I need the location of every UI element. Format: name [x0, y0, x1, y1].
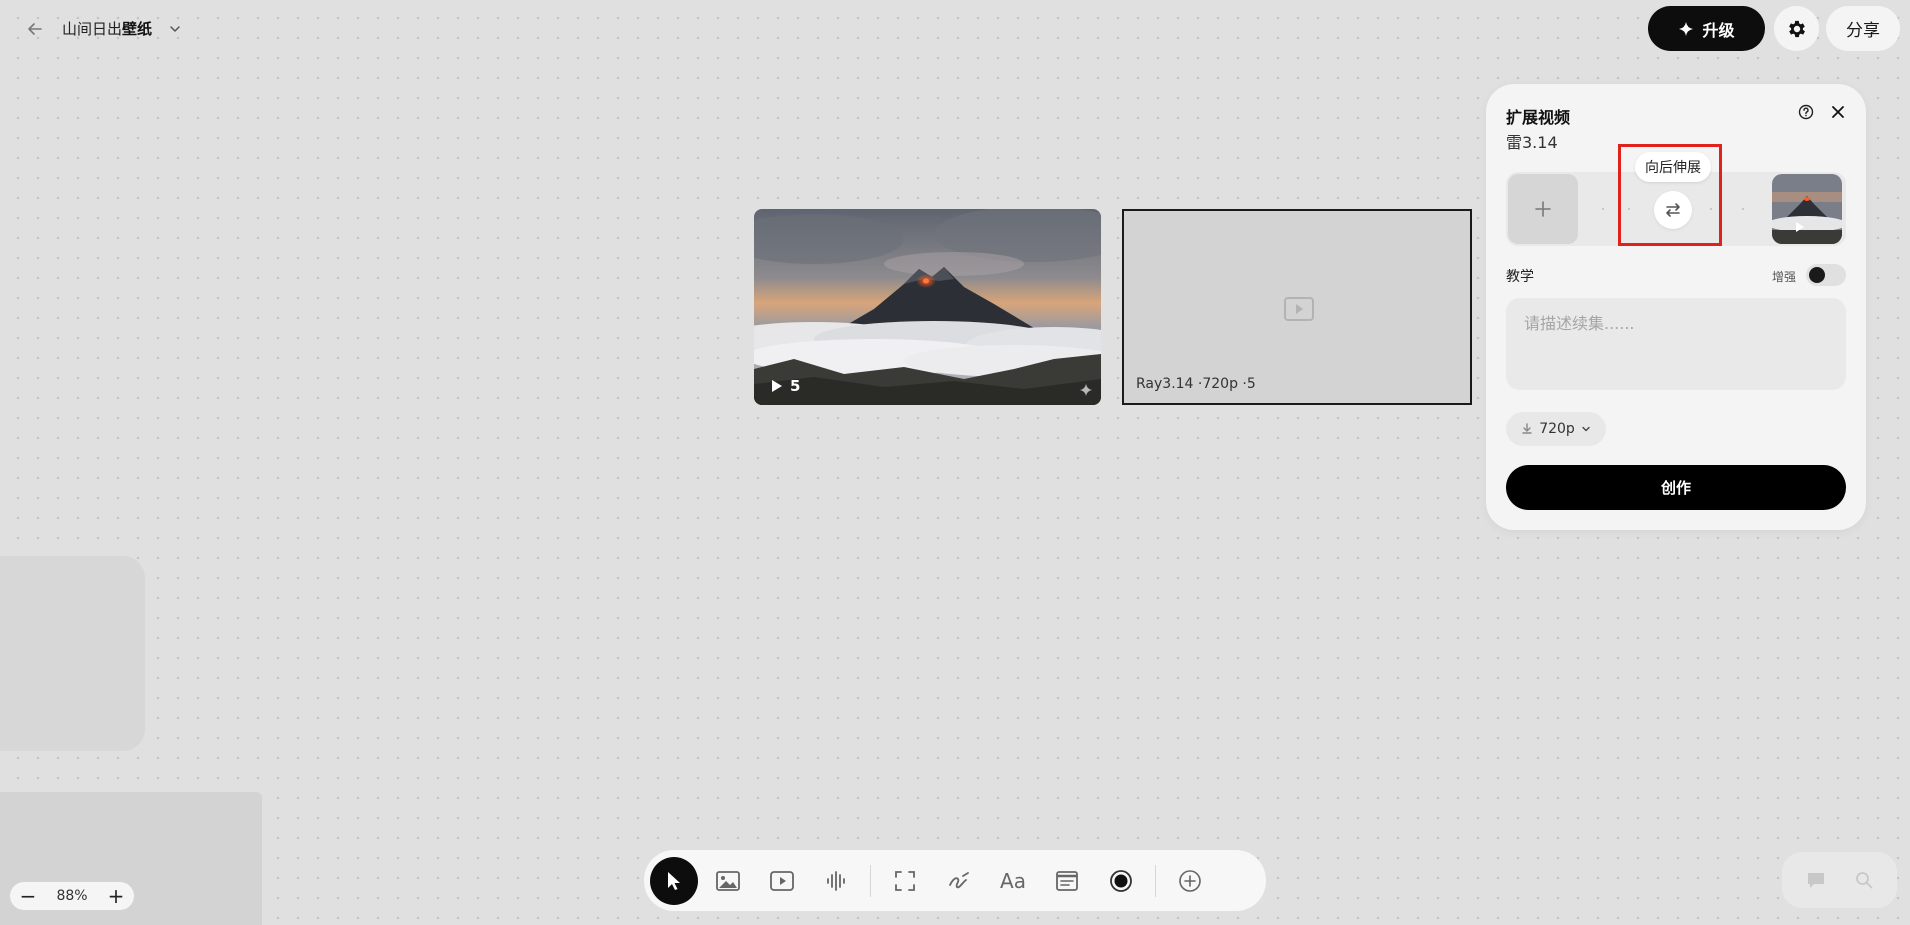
arrow-left-icon	[28, 23, 42, 35]
tool-note[interactable]	[1043, 857, 1091, 905]
zoom-level: 88%	[56, 888, 88, 904]
zoom-in-button[interactable]: +	[106, 886, 126, 906]
enhance-label: 增强	[1772, 270, 1797, 284]
close-icon[interactable]	[1829, 103, 1847, 121]
bottom-right-controls	[1782, 852, 1897, 908]
gear-icon	[1788, 20, 1805, 37]
search-icon	[1855, 872, 1873, 889]
resolution-value: 720p	[1539, 421, 1575, 437]
help-icon[interactable]	[1798, 104, 1814, 120]
tool-text[interactable]: Aa	[989, 857, 1037, 905]
video-meta: Ray3.14 ·720p ·5	[1136, 376, 1256, 392]
resolution-select[interactable]: 720p	[1506, 412, 1606, 446]
tool-record[interactable]	[1097, 857, 1145, 905]
bottom-toolbar: Aa	[644, 850, 1266, 911]
search-button[interactable]	[1855, 871, 1873, 889]
tool-select[interactable]	[650, 856, 698, 905]
project-title[interactable]: 山间日出壁纸	[62, 18, 182, 39]
toolbar-divider	[870, 864, 871, 897]
tool-draw[interactable]	[935, 857, 983, 905]
add-frame-button[interactable]	[1508, 174, 1578, 244]
cursor-icon	[668, 871, 680, 890]
ghost-card	[0, 556, 145, 751]
back-button[interactable]	[22, 16, 48, 42]
video-icon	[1284, 297, 1314, 321]
play-icon	[772, 380, 782, 392]
prompt-input[interactable]	[1506, 298, 1846, 390]
image-icon	[716, 870, 740, 891]
video-icon	[770, 870, 794, 891]
zoom-control: − 88% +	[10, 882, 134, 910]
record-icon	[1110, 869, 1132, 892]
note-icon	[1056, 870, 1078, 891]
tool-audio[interactable]	[812, 857, 860, 905]
sparkle-icon	[1079, 383, 1093, 397]
download-icon	[1522, 423, 1532, 434]
mountain-image	[754, 209, 1101, 405]
toolbar-divider	[1155, 864, 1156, 897]
share-button[interactable]: 分享	[1826, 6, 1900, 51]
video-placeholder-card[interactable]: Ray3.14 ·720p ·5	[1122, 209, 1472, 405]
panel-title: 扩展视频	[1506, 108, 1571, 127]
comment-icon	[1808, 873, 1825, 888]
play-count: 5	[790, 377, 801, 395]
track-dot	[1742, 208, 1744, 210]
create-label: 创作	[1660, 479, 1691, 497]
reference-video-thumb[interactable]	[1772, 174, 1842, 244]
enhance-toggle[interactable]	[1806, 264, 1846, 286]
extend-video-panel: 扩展视频 雷3.14 向后伸展 教学 增强 请描述续集...... 720p 创…	[1486, 84, 1866, 530]
audio-wave-icon	[827, 870, 845, 891]
tool-add[interactable]	[1166, 857, 1214, 905]
share-label: 分享	[1846, 21, 1880, 41]
zoom-out-button[interactable]: −	[18, 886, 38, 906]
play-badge: 5	[772, 377, 800, 395]
draw-icon	[949, 871, 969, 888]
project-title-part1: 山间日出壁纸	[62, 20, 153, 38]
chevron-down-icon	[1582, 426, 1590, 432]
add-icon	[1179, 869, 1201, 892]
upgrade-label: 升级	[1702, 20, 1735, 40]
extend-direction-tooltip: 向后伸展	[1635, 152, 1711, 182]
sparkle-icon	[1679, 21, 1694, 36]
text-icon: Aa	[1000, 868, 1026, 893]
create-button[interactable]: 创作	[1506, 465, 1846, 510]
upgrade-button[interactable]: 升级	[1648, 6, 1765, 51]
toggle-knob	[1809, 267, 1825, 283]
track-dot	[1602, 208, 1604, 210]
frame-icon	[895, 870, 915, 891]
teach-label: 教学	[1506, 269, 1534, 285]
plus-icon	[1535, 201, 1551, 217]
settings-button[interactable]	[1774, 6, 1819, 51]
mountain-thumbnail	[1772, 174, 1842, 244]
tool-video[interactable]	[758, 857, 806, 905]
comment-button[interactable]	[1806, 871, 1826, 889]
tool-frame[interactable]	[881, 857, 929, 905]
tool-image[interactable]	[704, 857, 752, 905]
model-name: 雷3.14	[1506, 133, 1558, 152]
video-card-mountain[interactable]: 5	[754, 209, 1101, 405]
chevron-down-icon	[168, 22, 182, 36]
